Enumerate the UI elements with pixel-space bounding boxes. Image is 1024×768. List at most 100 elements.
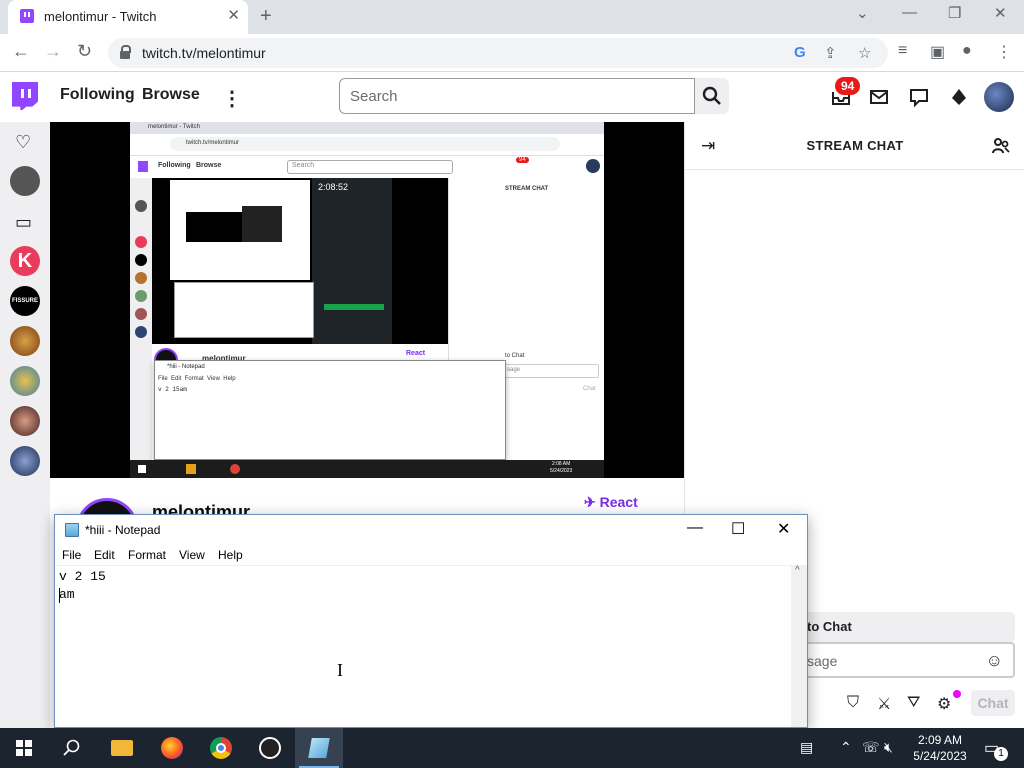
channel-avatar[interactable] [10, 366, 40, 396]
taskbar-firefox[interactable] [148, 728, 196, 768]
browser-tab-strip: melontimur - Twitch ✕ + ⌄ — ❐ ✕ [0, 0, 1024, 34]
search-icon [63, 739, 80, 756]
notepad-scrollbar[interactable] [791, 565, 807, 727]
reload-icon[interactable]: ↻ [77, 41, 92, 62]
channel-avatar[interactable] [10, 326, 40, 356]
taskbar-file-explorer[interactable] [98, 728, 146, 768]
more-options-icon[interactable]: ⋮ [222, 86, 242, 111]
taskbar-chrome[interactable] [197, 728, 245, 768]
keyboard-icon[interactable]: ▤ [800, 739, 813, 756]
taskbar-notepad[interactable] [295, 728, 343, 768]
whispers-mail-icon[interactable] [868, 86, 890, 108]
profile-icon[interactable]: ● [962, 42, 972, 60]
captured-clock: 2:08:52 [318, 182, 349, 192]
close-window-icon[interactable]: ✕ [994, 4, 1007, 22]
start-button[interactable] [0, 728, 48, 768]
bookmark-star-icon[interactable]: ☆ [858, 44, 871, 62]
chat-send-button[interactable]: Chat [971, 690, 1015, 716]
chat-bubble-icon[interactable] [908, 86, 930, 108]
heart-icon[interactable]: ♡ [15, 132, 31, 153]
bits-diamond-icon[interactable] [948, 86, 970, 108]
search-placeholder: Search [350, 88, 398, 105]
twitch-logo-icon[interactable] [12, 82, 38, 110]
search-icon [702, 86, 721, 105]
captured-video: 2:08:52 [152, 178, 448, 344]
volume-muted-icon[interactable]: 🔇︎ [884, 739, 893, 756]
taskbar-obs[interactable] [246, 728, 294, 768]
chat-header: ⇥ STREAM CHAT [685, 122, 1024, 170]
chrome-menu-icon[interactable]: ⋮ [996, 42, 1012, 62]
google-lens-icon[interactable]: G [794, 44, 806, 61]
notepad-minimize-icon[interactable]: — [687, 519, 703, 537]
minimize-icon[interactable]: — [902, 4, 917, 21]
captured-chat-button: Chat [583, 386, 596, 392]
video-player[interactable]: melontimur - Twitch twitch.tv/melontimur… [50, 122, 684, 478]
followed-channels-sidebar: ♡ ▭ K FISSURE [0, 122, 50, 728]
tab-title: melontimur - Twitch [44, 9, 157, 24]
menu-file[interactable]: File [62, 548, 81, 562]
ibeam-cursor-icon: I [337, 660, 343, 680]
windows-logo-icon [16, 740, 32, 756]
show-hidden-icons-icon[interactable]: ⌃ [840, 739, 852, 756]
text-caret [59, 588, 60, 603]
react-button[interactable]: ✈ React [584, 494, 638, 511]
action-center-badge: 1 [994, 747, 1008, 761]
system-clock[interactable]: 2:09 AM 5/24/2023 [906, 732, 974, 764]
notepad-menu-bar: File Edit Format View Help [55, 545, 807, 565]
browser-tab[interactable]: melontimur - Twitch ✕ [8, 0, 248, 34]
nav-following-link[interactable]: Following [60, 86, 135, 104]
captured-taskbar: 2:08 AM 5/24/2023 [130, 460, 604, 478]
menu-view[interactable]: View [179, 548, 205, 562]
network-icon[interactable]: ☏ [862, 739, 880, 756]
video-camera-icon[interactable]: ▭ [15, 212, 32, 233]
tab-close-icon[interactable]: ✕ [227, 6, 240, 24]
text-line: v 2 15 [59, 569, 106, 584]
menu-format[interactable]: Format [128, 548, 166, 562]
react-label: React [599, 494, 638, 510]
search-button[interactable] [695, 78, 729, 114]
taskbar-search[interactable] [48, 728, 96, 768]
channel-avatar[interactable] [10, 406, 40, 436]
notepad-window: *hiii - Notepad — ☐ ✕ File Edit Format V… [54, 514, 808, 728]
emote-picker-icon[interactable]: ☺ [986, 651, 1003, 671]
chat-input-placeholder: sage [807, 653, 838, 669]
captured-message: sage [507, 367, 521, 373]
sword-icon[interactable]: ⚔ [877, 694, 891, 714]
notepad-title: *hiii - Notepad [85, 523, 161, 537]
community-users-icon[interactable] [991, 136, 1011, 156]
captured-twitch-nav: Following Browse Search 94 [130, 156, 604, 178]
user-avatar[interactable] [984, 82, 1014, 112]
share-icon[interactable]: ⇪ [824, 44, 837, 62]
chat-settings-gear-icon[interactable]: ⚙ [937, 694, 951, 714]
notepad-close-icon[interactable]: ✕ [777, 519, 790, 539]
menu-help[interactable]: Help [218, 548, 243, 562]
captured-notepad-title: *hiii - Notepad [167, 364, 205, 370]
captured-badge: 94 [516, 157, 529, 163]
lock-icon[interactable] [120, 45, 131, 59]
new-tab-button[interactable]: + [260, 5, 272, 28]
channel-avatar[interactable] [10, 166, 40, 196]
tab-search-icon[interactable]: ⌄ [856, 4, 869, 22]
captured-browse: Browse [196, 162, 222, 169]
url-text[interactable]: twitch.tv/melontimur [142, 45, 266, 61]
filter-icon[interactable]: ⛛ [907, 694, 920, 712]
menu-edit[interactable]: Edit [94, 548, 115, 562]
channel-avatar[interactable] [10, 446, 40, 476]
notepad-titlebar[interactable]: *hiii - Notepad — ☐ ✕ [55, 515, 807, 545]
back-icon[interactable]: ← [12, 41, 30, 62]
media-control-icon[interactable]: ≡ [898, 42, 907, 60]
twitch-favicon-icon [20, 9, 34, 23]
nav-browse-link[interactable]: Browse [142, 86, 200, 104]
notepad-text-area[interactable]: v 2 15 am I [55, 565, 791, 727]
forward-icon[interactable]: → [44, 41, 62, 62]
captured-react: React [406, 350, 426, 357]
restore-icon[interactable]: ❐ [948, 4, 961, 22]
side-panel-icon[interactable]: ▣ [930, 42, 945, 62]
notepad-app-icon [65, 523, 79, 537]
shield-icon[interactable]: ⛉ [847, 694, 859, 712]
channel-avatar[interactable]: FISSURE [10, 286, 40, 316]
address-bar[interactable]: twitch.tv/melontimur G ⇪ ☆ [108, 38, 888, 68]
search-input[interactable]: Search [339, 78, 695, 114]
channel-avatar[interactable]: K [10, 246, 40, 276]
notepad-maximize-icon[interactable]: ☐ [731, 519, 745, 539]
